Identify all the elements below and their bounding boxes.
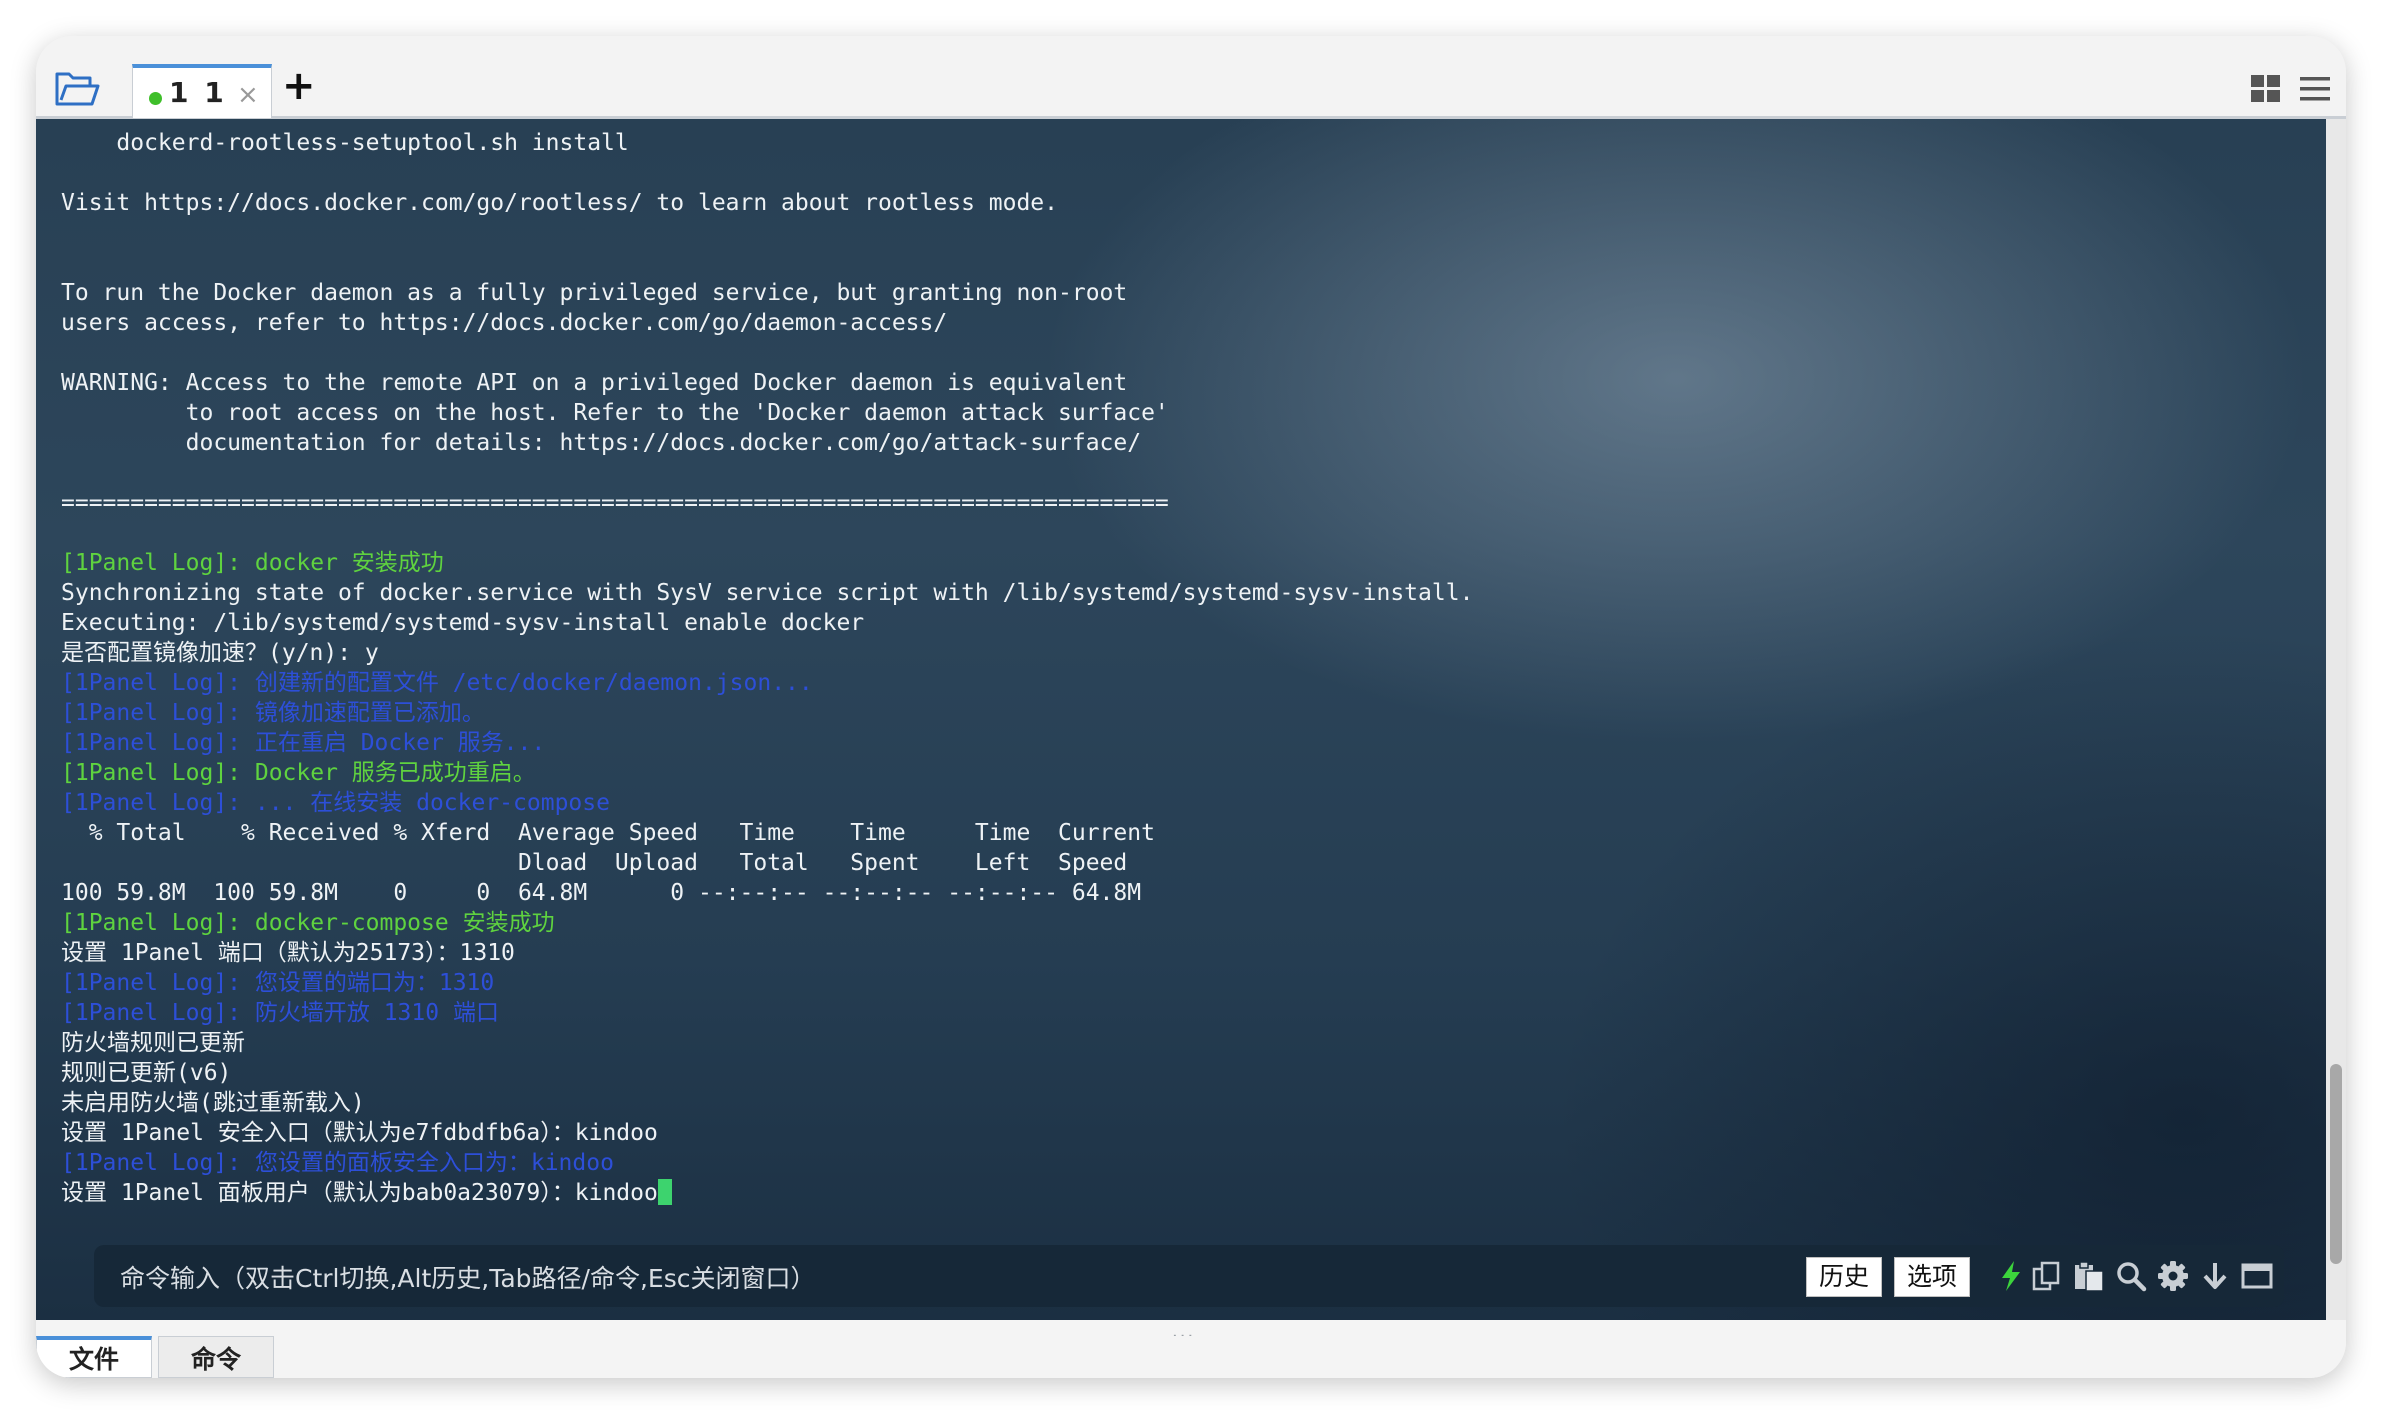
session-tab[interactable]: 1 1 × bbox=[132, 64, 272, 118]
terminal-line: [1Panel Log]: Docker 服务已成功重启。 bbox=[61, 760, 536, 786]
terminal-line: 设置 1Panel 端口（默认为25173）：1310 bbox=[61, 940, 515, 966]
terminal-line: dockerd-rootless-setuptool.sh install bbox=[61, 130, 629, 156]
copy-icon[interactable] bbox=[2030, 1259, 2064, 1293]
terminal-line: WARNING: Access to the remote API on a p… bbox=[61, 370, 1128, 396]
terminal-line: 100 59.8M 100 59.8M 0 0 64.8M 0 --:--:--… bbox=[61, 880, 1142, 906]
tab-bar: 1 1 × + bbox=[36, 36, 2346, 119]
session-tab-label: 1 1 bbox=[169, 76, 227, 109]
terminal-line: 设置 1Panel 安全入口（默认为e7fdbdfb6a）：kindoo bbox=[61, 1120, 658, 1146]
terminal-line: [1Panel Log]: 防火墙开放 1310 端口 bbox=[61, 1000, 499, 1026]
add-tab-button[interactable]: + bbox=[282, 66, 316, 106]
terminal-line: [1Panel Log]: 您设置的面板安全入口为：kindoo bbox=[61, 1150, 614, 1176]
download-icon[interactable] bbox=[2198, 1259, 2232, 1293]
terminal-line: Executing: /lib/systemd/systemd-sysv-ins… bbox=[61, 610, 865, 636]
command-input-bar[interactable]: 命令输入（双击Ctrl切换,Alt历史,Tab路径/命令,Esc关闭窗口） 历史… bbox=[94, 1245, 2284, 1307]
terminal-line: [1Panel Log]: 创建新的配置文件 /etc/docker/daemo… bbox=[61, 670, 813, 696]
terminal-line: Dload Upload Total Spent Left Speed bbox=[61, 850, 1128, 876]
terminal-line: 未启用防火墙(跳过重新载入) bbox=[61, 1090, 365, 1116]
terminal-line: % Total % Received % Xferd Average Speed… bbox=[61, 820, 1155, 846]
tab-commands[interactable]: 命令 bbox=[158, 1336, 274, 1378]
terminal-line: users access, refer to https://docs.dock… bbox=[61, 310, 948, 336]
close-icon[interactable]: × bbox=[237, 80, 259, 110]
terminal-line: [1Panel Log]: ... 在线安装 docker-compose bbox=[61, 790, 610, 816]
terminal-line: 防火墙规则已更新 bbox=[61, 1030, 245, 1056]
bottom-tab-bar: 文件 命令 bbox=[36, 1336, 2346, 1378]
terminal-scrollbar[interactable] bbox=[2326, 119, 2346, 1320]
terminal-line: [1Panel Log]: 您设置的端口为：1310 bbox=[61, 970, 495, 996]
paste-icon[interactable] bbox=[2072, 1259, 2106, 1293]
terminal-cursor bbox=[657, 1179, 672, 1205]
terminal-line: [1Panel Log]: 正在重启 Docker 服务... bbox=[61, 730, 546, 756]
options-button[interactable]: 选项 bbox=[1894, 1257, 1971, 1297]
terminal-line: to root access on the host. Refer to the… bbox=[61, 400, 1169, 426]
terminal-prompt-line: 设置 1Panel 面板用户（默认为bab0a23079）：kindoo bbox=[61, 1178, 1473, 1208]
app-window: 1 1 × + dockerd-rootless-setuptool.sh in… bbox=[36, 36, 2346, 1378]
terminal-line: documentation for details: https://docs.… bbox=[61, 430, 1142, 456]
window-icon[interactable] bbox=[2240, 1259, 2274, 1293]
gear-icon[interactable] bbox=[2156, 1259, 2190, 1293]
menu-icon[interactable] bbox=[2298, 74, 2332, 104]
folder-icon[interactable] bbox=[54, 70, 100, 108]
terminal-line: [1Panel Log]: docker-compose 安装成功 bbox=[61, 910, 555, 936]
terminal-line: ========================================… bbox=[61, 490, 1169, 516]
terminal-line: [1Panel Log]: docker 安装成功 bbox=[61, 550, 444, 576]
search-icon[interactable] bbox=[2114, 1259, 2148, 1293]
scrollbar-thumb[interactable] bbox=[2330, 1064, 2342, 1264]
terminal-line-text: 设置 1Panel 面板用户（默认为bab0a23079）：kindoo bbox=[61, 1180, 658, 1206]
terminal-line: 是否配置镜像加速？(y/n): y bbox=[61, 640, 379, 666]
terminal-lines: dockerd-rootless-setuptool.sh install Vi… bbox=[61, 128, 1473, 1208]
terminal-line: To run the Docker daemon as a fully priv… bbox=[61, 280, 1128, 306]
terminal-line: Synchronizing state of docker.service wi… bbox=[61, 580, 1474, 606]
grid-layout-icon[interactable] bbox=[2250, 74, 2282, 104]
command-input[interactable]: 命令输入（双击Ctrl切换,Alt历史,Tab路径/命令,Esc关闭窗口） bbox=[120, 1259, 816, 1295]
lightning-icon[interactable] bbox=[1994, 1259, 2028, 1293]
terminal-line: [1Panel Log]: 镜像加速配置已添加。 bbox=[61, 700, 485, 726]
terminal-line: Visit https://docs.docker.com/go/rootles… bbox=[61, 190, 1058, 216]
connection-status-dot bbox=[149, 92, 162, 105]
history-button[interactable]: 历史 bbox=[1806, 1257, 1883, 1297]
terminal-output[interactable]: dockerd-rootless-setuptool.sh install Vi… bbox=[36, 119, 2326, 1320]
terminal-line: 规则已更新(v6) bbox=[61, 1060, 232, 1086]
tab-files[interactable]: 文件 bbox=[36, 1336, 152, 1378]
